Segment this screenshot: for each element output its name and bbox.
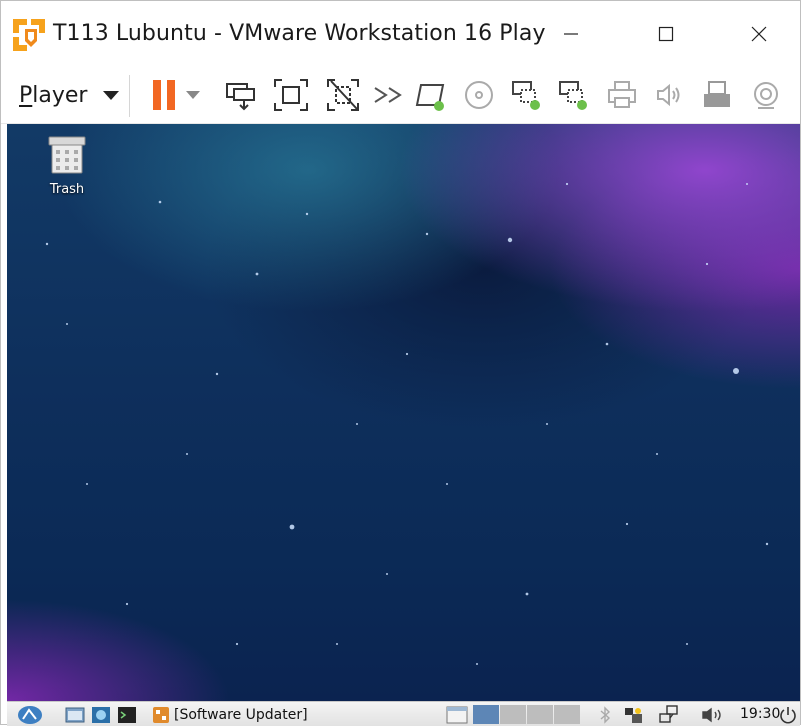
printer-icon [608,81,636,108]
more-devices-button[interactable] [371,77,407,113]
desktop-wallpaper-stars [45,182,769,665]
camera-device-button[interactable] [748,77,784,113]
send-ctrl-alt-del-icon [226,83,255,111]
volume-tray[interactable] [701,704,725,725]
bluetooth-tray[interactable] [599,704,611,725]
player-menu-button[interactable]: Player [19,77,120,113]
usb-device-button[interactable] [699,77,735,113]
cd-dvd-device-button[interactable] [461,77,497,113]
pause-icon [153,80,175,110]
trash-icon [48,136,86,174]
desktop-icon-label: Trash [49,182,85,197]
network-adapter-2-button[interactable] [556,77,592,113]
send-ctrl-alt-del-button[interactable] [223,77,259,113]
toolbar: Player [1,67,800,124]
desktop-icon-trash[interactable]: Trash [37,134,97,197]
show-desktop-button[interactable] [446,704,468,725]
workspace-3[interactable] [527,705,553,724]
pause-button[interactable] [146,77,182,113]
workspace-1[interactable] [473,705,499,724]
browser-launcher[interactable] [91,704,111,725]
player-menu-label: layer [32,82,88,108]
vmware-player-logo-icon [13,19,45,51]
workspace-2[interactable] [500,705,526,724]
power-options-dropdown[interactable] [181,77,205,113]
guest-desktop[interactable]: Trash [7,124,800,701]
maximize-icon [658,26,674,42]
title-bar[interactable]: T113 Lubuntu - VMware Workstation 16 Pla… [1,1,800,67]
player-menu-arrow-icon [103,90,120,100]
dropdown-arrow-icon [186,91,200,99]
close-icon [751,26,767,42]
minimize-button[interactable] [541,9,601,59]
vmware-player-window: T113 Lubuntu - VMware Workstation 16 Pla… [0,0,801,726]
usb-device-icon [704,81,730,107]
guest-taskbar: [Software Updater] 19:30 [7,701,800,726]
close-button[interactable] [729,9,789,59]
network-adapter-icon [512,81,540,110]
minimize-icon [564,33,578,35]
software-updater-icon [153,706,169,723]
taskbar-task-software-updater[interactable]: [Software Updater] [152,704,308,725]
unity-button[interactable] [325,77,361,113]
update-notifier-tray[interactable] [623,704,645,725]
network-adapter-2-icon [559,81,587,110]
power-tray[interactable] [779,704,797,725]
start-menu-button[interactable] [17,704,43,725]
forward-icon [374,87,402,103]
sound-device-button[interactable] [651,77,687,113]
full-screen-icon [274,79,308,111]
player-menu-mnemonic: P [19,82,33,108]
browser-icon [92,706,110,723]
camera-icon [754,82,778,109]
workspace-4[interactable] [554,705,580,724]
file-manager-icon [65,707,85,722]
taskbar-task-label: [Software Updater] [174,706,308,723]
printer-device-button[interactable] [604,77,640,113]
network-icon [659,704,678,723]
unity-icon [327,79,359,111]
cd-dvd-icon [465,81,493,109]
hard-disk-device-button[interactable] [413,77,449,113]
volume-icon [702,707,721,722]
update-notifier-icon [625,707,642,723]
workspace-pager[interactable] [473,705,580,724]
sound-icon [657,83,680,107]
terminal-icon [118,706,136,723]
file-manager-launcher[interactable] [65,704,85,725]
full-screen-button[interactable] [273,77,309,113]
network-adapter-button[interactable] [509,77,545,113]
window-title: T113 Lubuntu - VMware Workstation 16 Pla… [53,21,546,46]
terminal-launcher[interactable] [117,704,137,725]
show-desktop-icon [446,706,468,723]
toolbar-separator [129,75,130,117]
maximize-button[interactable] [636,9,696,59]
taskbar-clock[interactable]: 19:30 [740,704,780,725]
bluetooth-icon [600,705,611,724]
lubuntu-start-icon [18,706,42,724]
network-tray[interactable] [658,704,680,725]
hard-disk-icon [415,84,445,111]
power-icon [780,706,796,723]
